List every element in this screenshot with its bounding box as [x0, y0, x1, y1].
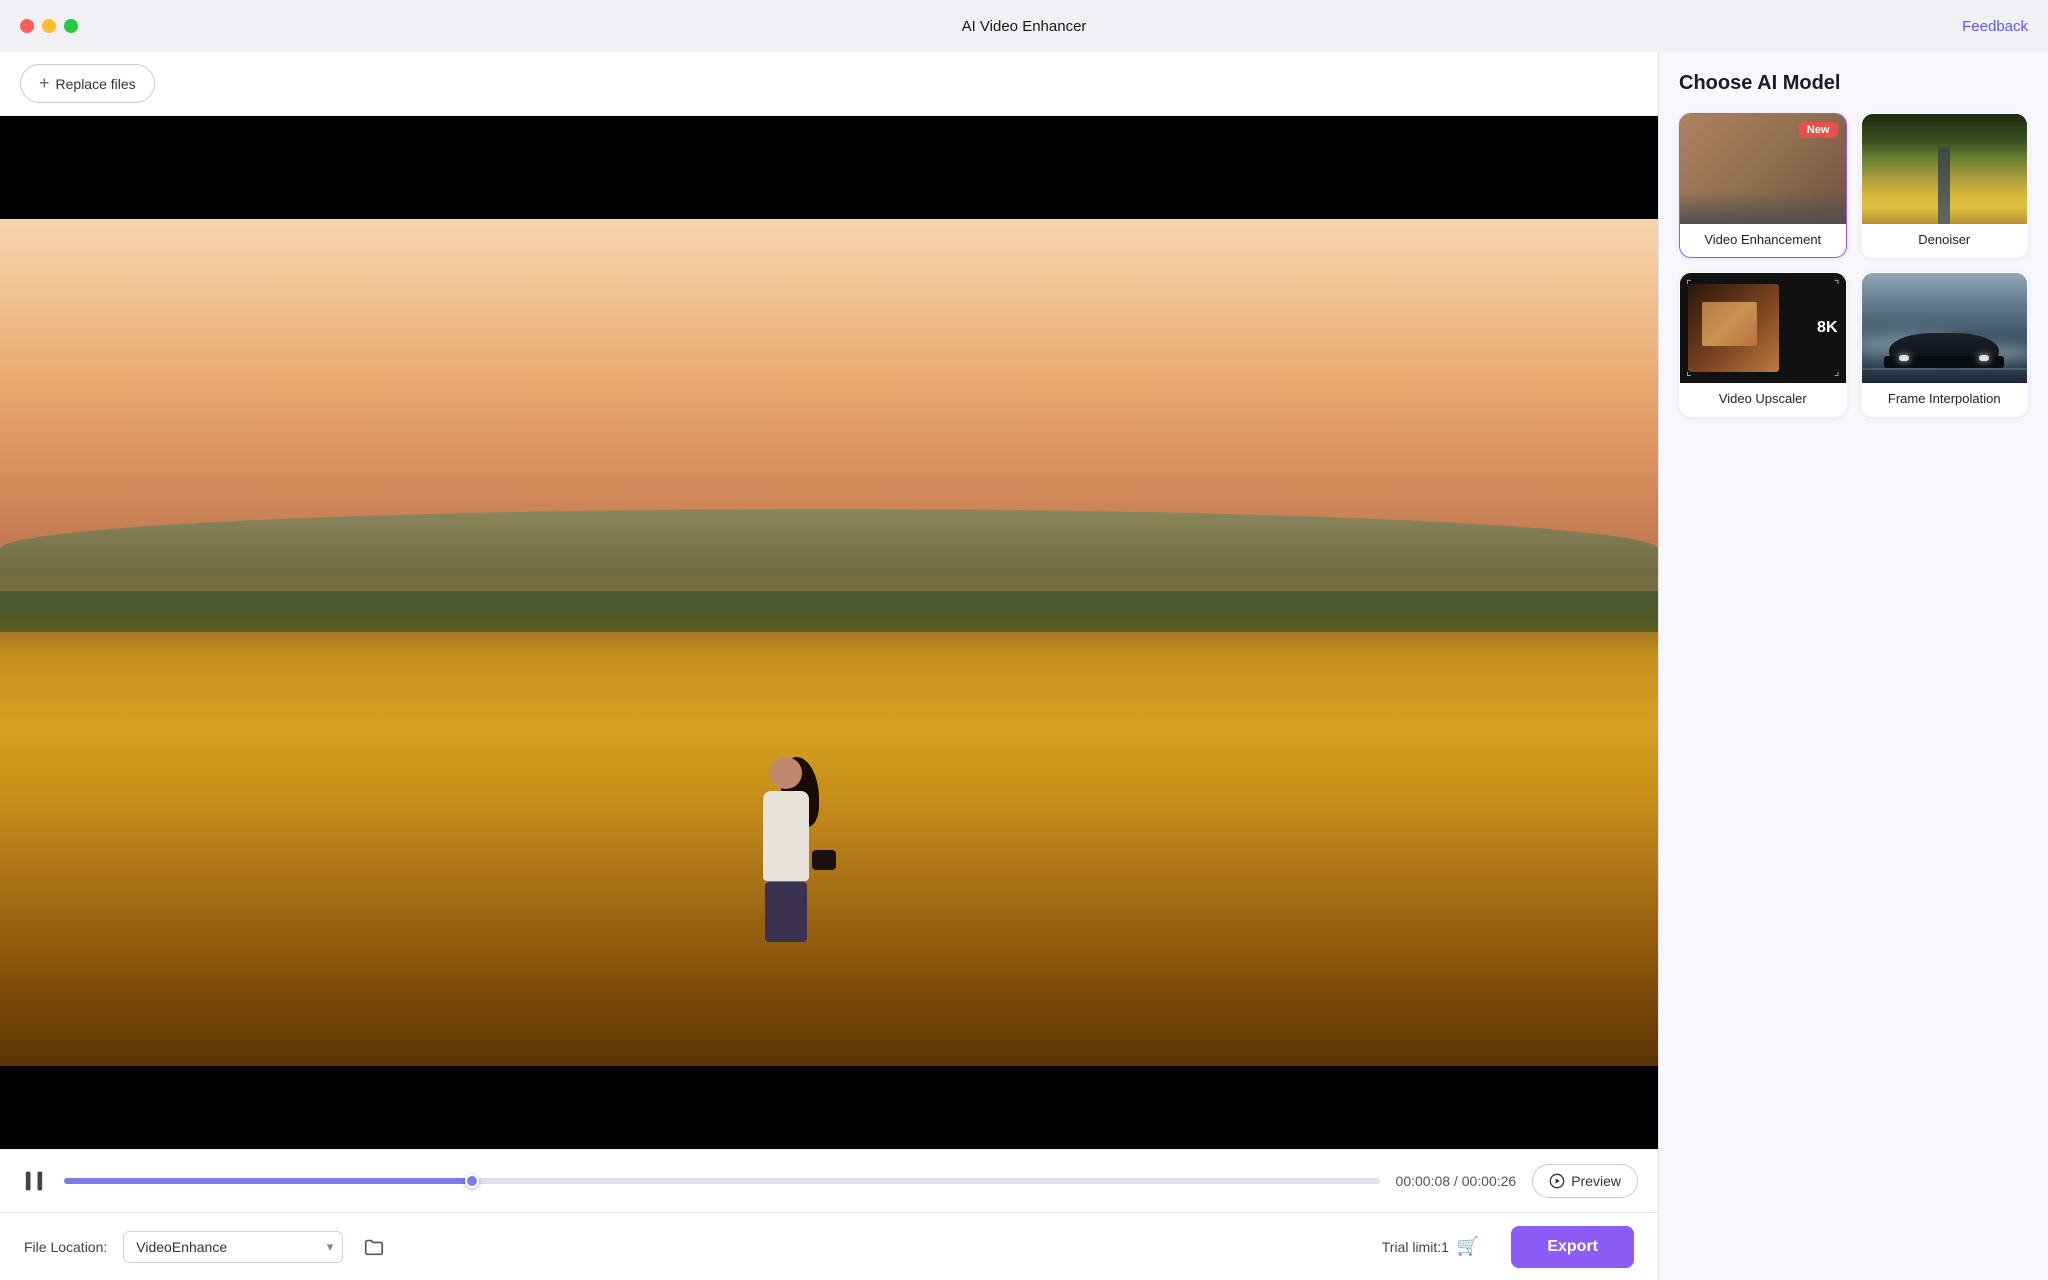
app-title: AI Video Enhancer — [962, 18, 1087, 35]
replace-files-button[interactable]: + Replace files — [20, 64, 155, 103]
model-card-label-video-upscaler: Video Upscaler — [1680, 383, 1846, 416]
expand-corner-tl: ⌜ — [1686, 279, 1692, 291]
time-display: 00:00:08 / 00:00:26 — [1396, 1173, 1517, 1189]
title-bar: AI Video Enhancer Feedback — [0, 0, 2048, 52]
minimize-button[interactable] — [42, 19, 56, 33]
preview-button[interactable]: Preview — [1532, 1164, 1638, 1198]
right-panel: Choose AI Model New — [1658, 52, 2048, 1280]
pause-icon — [20, 1167, 48, 1195]
8k-badge: 8K — [1817, 319, 1837, 337]
expand-corner-tr: ⌝ — [1834, 279, 1840, 291]
treeline — [0, 591, 1658, 632]
file-location-select[interactable]: VideoEnhance — [123, 1231, 343, 1263]
model-card-frame-interpolation[interactable]: Frame Interpolation — [1861, 272, 2029, 417]
file-location-label: File Location: — [24, 1239, 107, 1255]
time-separator: / — [1454, 1173, 1462, 1189]
model-card-label-frame-interpolation: Frame Interpolation — [1862, 383, 2028, 416]
left-panel: + Replace files — [0, 52, 1658, 1280]
right-panel-title: Choose AI Model — [1679, 72, 2028, 95]
camera-prop — [812, 850, 836, 870]
bottom-bar: File Location: VideoEnhance Trial limit:… — [0, 1212, 1658, 1280]
model-card-image-video-upscaler: ⌜ ⌝ ⌞ ⌟ 8K — [1680, 273, 1846, 383]
progress-thumb[interactable] — [465, 1174, 479, 1188]
letterbox-top — [0, 116, 1658, 219]
close-button[interactable] — [20, 19, 34, 33]
video-controls: 00:00:08 / 00:00:26 Preview — [0, 1149, 1658, 1212]
expand-corner-br: ⌟ — [1834, 365, 1840, 377]
preview-label: Preview — [1571, 1173, 1621, 1189]
video-scene — [0, 116, 1658, 1149]
maximize-button[interactable] — [64, 19, 78, 33]
person-silhouette — [763, 757, 809, 942]
flower-field — [0, 612, 1658, 1067]
model-grid: New Video Enhancement Denoiser — [1679, 113, 2028, 417]
food-image — [1688, 284, 1779, 372]
export-button[interactable]: Export — [1511, 1226, 1634, 1268]
model-card-image-video-enhancement: New — [1680, 114, 1846, 224]
trial-limit-text: Trial limit:1 — [1382, 1239, 1449, 1255]
expand-corner-bl: ⌞ — [1686, 365, 1692, 377]
letterbox-bottom — [0, 1066, 1658, 1149]
pause-button[interactable] — [20, 1167, 48, 1195]
plus-icon: + — [39, 73, 50, 94]
traffic-lights — [20, 19, 78, 33]
model-card-image-denoiser — [1862, 114, 2028, 224]
new-badge: New — [1799, 122, 1838, 138]
folder-button[interactable] — [359, 1232, 389, 1262]
feedback-link[interactable]: Feedback — [1962, 18, 2028, 35]
model-card-label-denoiser: Denoiser — [1862, 224, 2028, 257]
trial-limit: Trial limit:1 🛒 — [1382, 1236, 1480, 1257]
replace-files-label: Replace files — [56, 76, 136, 92]
folder-icon — [363, 1236, 385, 1258]
progress-fill — [64, 1178, 472, 1184]
model-card-video-upscaler[interactable]: ⌜ ⌝ ⌞ ⌟ 8K Video Upscaler — [1679, 272, 1847, 417]
model-card-label-video-enhancement: Video Enhancement — [1680, 224, 1846, 257]
main-content: + Replace files — [0, 52, 2048, 1280]
video-player: 00:00:08 / 00:00:26 Preview — [0, 116, 1658, 1212]
total-time: 00:00:26 — [1462, 1173, 1517, 1189]
toolbar: + Replace files — [0, 52, 1658, 116]
current-time: 00:00:08 — [1396, 1173, 1451, 1189]
model-card-image-frame-interpolation — [1862, 273, 2028, 383]
file-location-wrapper: VideoEnhance — [123, 1231, 343, 1263]
model-card-video-enhancement[interactable]: New Video Enhancement — [1679, 113, 1847, 258]
model-card-denoiser[interactable]: Denoiser — [1861, 113, 2029, 258]
progress-bar[interactable] — [64, 1178, 1380, 1184]
cart-icon[interactable]: 🛒 — [1457, 1236, 1479, 1257]
preview-play-icon — [1549, 1173, 1565, 1189]
